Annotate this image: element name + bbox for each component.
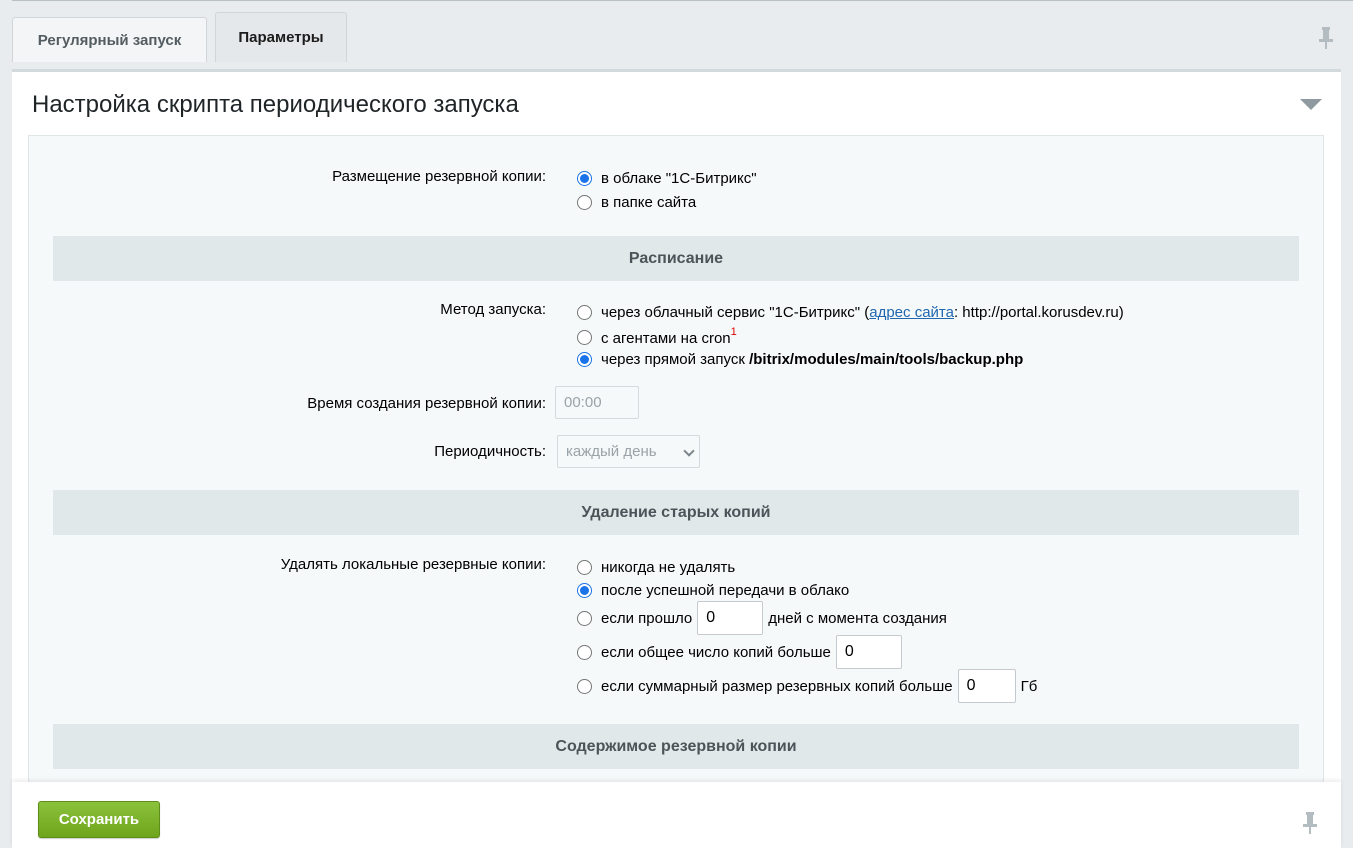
cleanup-option-count[interactable]: если общее число копий больше 0: [577, 635, 907, 669]
site-address-link[interactable]: адрес сайта: [869, 304, 954, 321]
days-input[interactable]: 0: [697, 601, 764, 635]
method-option-direct-label: через прямой запуск /bitrix/modules/main…: [601, 351, 1024, 368]
radio-placement-folder[interactable]: [577, 195, 592, 210]
method-option-direct[interactable]: через прямой запуск /bitrix/modules/main…: [577, 351, 1023, 368]
cleanup-option-after-transfer-label: после успешной передачи в облако: [601, 582, 850, 599]
radio-method-cron[interactable]: [577, 330, 592, 345]
count-input[interactable]: 0: [835, 635, 902, 669]
top-divider: [12, 0, 1353, 1]
method-label: Метод запуска:: [440, 301, 546, 318]
placement-option-cloud[interactable]: в облаке "1С-Битрикс": [577, 170, 757, 187]
collapse-arrow-icon[interactable]: [1300, 99, 1322, 110]
cleanup-option-never[interactable]: никогда не удалять: [577, 559, 735, 576]
tab-regular-run[interactable]: Регулярный запуск: [12, 17, 207, 62]
cleanup-size-prefix: если суммарный размер резервных копий бо…: [601, 677, 953, 695]
cleanup-option-days[interactable]: если прошло 0 дней с момента создания: [577, 601, 947, 635]
pin-icon[interactable]: [1317, 26, 1335, 50]
cleanup-option-after-transfer[interactable]: после успешной передачи в облако: [577, 582, 849, 599]
placement-option-cloud-label: в облаке "1С-Битрикс": [601, 170, 757, 187]
radio-method-direct[interactable]: [577, 352, 592, 367]
method-option-cron-label: с агентами на cron1: [601, 326, 737, 347]
time-label: Время создания резервной копии:: [307, 395, 546, 412]
tab-parameters[interactable]: Параметры: [215, 12, 347, 62]
section-contents: Содержимое резервной копии: [53, 724, 1299, 769]
chevron-down-icon: [683, 445, 695, 457]
method-option-cron[interactable]: с агентами на cron1: [577, 326, 737, 347]
settings-form: Размещение резервной копии: в облаке "1С…: [28, 135, 1324, 848]
section-schedule: Расписание: [53, 236, 1299, 281]
radio-cleanup-never[interactable]: [577, 560, 592, 575]
size-unit: Гб: [1020, 677, 1038, 695]
placement-option-folder[interactable]: в папке сайта: [577, 194, 696, 211]
time-input[interactable]: 00:00: [555, 386, 639, 419]
placement-label: Размещение резервной копии:: [332, 168, 546, 185]
radio-cleanup-days[interactable]: [577, 610, 592, 626]
period-label: Периодичность:: [434, 443, 546, 460]
footer-bar: Сохранить: [12, 782, 1341, 848]
section-cleanup: Удаление старых копий: [53, 490, 1299, 535]
cleanup-option-never-label: никогда не удалять: [601, 559, 736, 576]
save-button[interactable]: Сохранить: [38, 801, 160, 838]
radio-cleanup-count[interactable]: [577, 644, 592, 660]
panel-title: Настройка скрипта периодического запуска: [32, 91, 519, 118]
cleanup-days-suffix: дней с момента создания: [768, 609, 947, 627]
settings-panel: Настройка скрипта периодического запуска…: [12, 69, 1341, 848]
size-input[interactable]: 0: [957, 669, 1016, 703]
cleanup-count-prefix: если общее число копий больше: [601, 643, 831, 661]
radio-method-cloud[interactable]: [577, 305, 592, 320]
period-select-value: каждый день: [566, 443, 657, 460]
cleanup-label: Удалять локальные резервные копии:: [280, 556, 546, 573]
radio-placement-cloud[interactable]: [577, 171, 592, 186]
placement-option-folder-label: в папке сайта: [601, 194, 697, 211]
period-select[interactable]: каждый день: [557, 435, 700, 468]
method-option-cloud-label: через облачный сервис "1С-Битрикс" (адре…: [601, 304, 1124, 321]
cleanup-days-prefix: если прошло: [601, 609, 693, 627]
cleanup-option-size[interactable]: если суммарный размер резервных копий бо…: [577, 669, 1037, 703]
footnote-marker: 1: [730, 326, 737, 338]
method-option-cloud[interactable]: через облачный сервис "1С-Битрикс" (адре…: [577, 304, 1124, 321]
radio-cleanup-after-transfer[interactable]: [577, 583, 592, 598]
pin-icon[interactable]: [1301, 811, 1319, 835]
radio-cleanup-size[interactable]: [577, 678, 592, 694]
